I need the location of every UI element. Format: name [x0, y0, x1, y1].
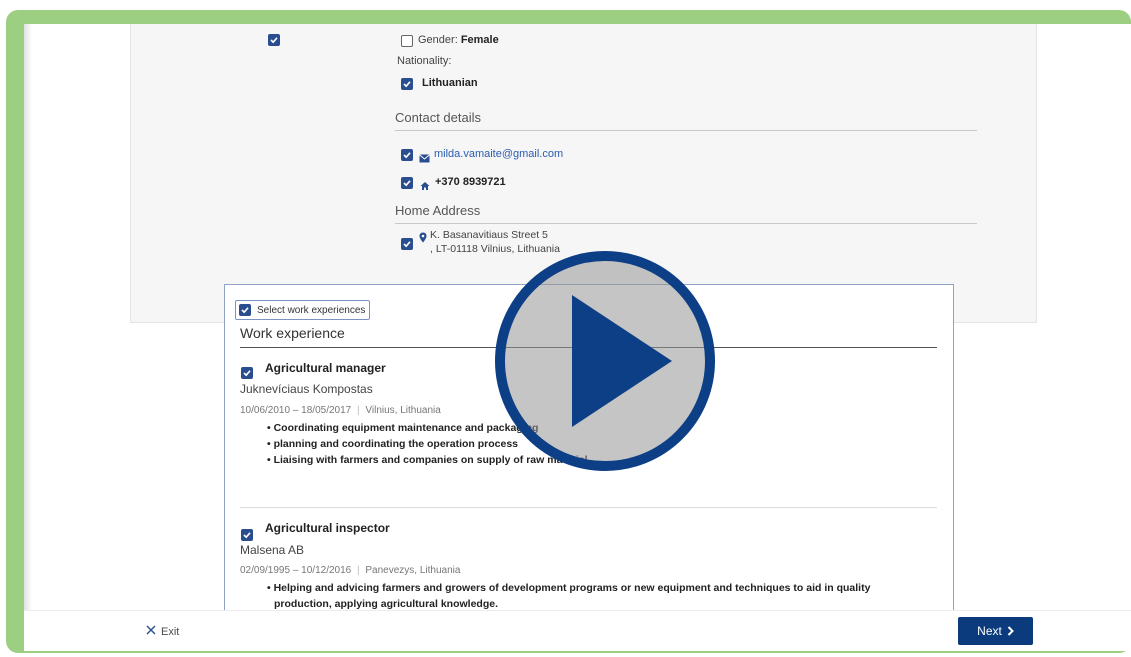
work-item-2-dates: 02/09/1995 – 10/12/2016: [240, 565, 352, 576]
phone-checkbox[interactable]: [401, 177, 413, 189]
work-item-1-employer: Juknevíciaus Kompostas: [240, 382, 373, 396]
work-item-2-employer: Malsena AB: [240, 543, 305, 557]
wizard-footer: Exit Next: [24, 610, 1131, 651]
email-link[interactable]: milda.vamaite@gmail.com: [434, 148, 563, 160]
work-item-2-location: Panevezys, Lithuania: [365, 565, 461, 576]
address-line-1: K. Basanavitiaus Street 5: [430, 229, 548, 241]
address-heading: Home Address: [395, 203, 481, 218]
work-item-2-bullets: • Helping and advicing farmers and growe…: [267, 580, 870, 612]
select-work-checkbox[interactable]: [239, 304, 251, 316]
close-icon: [146, 625, 156, 638]
play-icon: [495, 251, 715, 471]
work-item-divider: [240, 507, 937, 508]
screen-edge: [24, 24, 32, 651]
email-checkbox[interactable]: [401, 149, 413, 161]
gender-label: Gender:: [418, 34, 458, 46]
chevron-right-icon: [1007, 626, 1014, 636]
select-work-experiences-toggle[interactable]: Select work experiences: [235, 300, 371, 320]
envelope-icon: [419, 150, 430, 168]
gender-checkbox[interactable]: [401, 35, 413, 47]
exit-label: Exit: [161, 625, 180, 638]
personal-info-checkbox[interactable]: [268, 34, 280, 46]
work-item-2-meta: 02/09/1995 – 10/12/2016 | Panevezys, Lit…: [240, 565, 461, 576]
contact-heading: Contact details: [395, 110, 481, 125]
address-divider: [395, 223, 977, 224]
video-screen: Gender: Female Nationality: Lithuanian C…: [24, 24, 1131, 651]
address-checkbox[interactable]: [401, 238, 413, 250]
work-item-2-title: Agricultural inspector: [265, 521, 390, 535]
work-item-1-location: Vilnius, Lithuania: [365, 405, 441, 416]
work-item-1-meta: 10/06/2010 – 18/05/2017 | Vilnius, Lithu…: [240, 405, 441, 416]
work-item-1-dates: 10/06/2010 – 18/05/2017: [240, 405, 352, 416]
contact-divider: [395, 130, 977, 131]
list-item: • Helping and advicing farmers and growe…: [267, 582, 871, 594]
next-label: Next: [977, 624, 1002, 638]
work-item-1-title: Agricultural manager: [265, 361, 386, 375]
gender-row: Gender: Female: [418, 34, 499, 46]
work-item-1-checkbox[interactable]: [241, 367, 253, 379]
exit-button[interactable]: Exit: [146, 625, 179, 638]
next-button[interactable]: Next: [958, 617, 1033, 645]
home-icon: [420, 178, 430, 196]
gender-value: Female: [460, 34, 499, 46]
location-pin-icon: [419, 230, 427, 248]
select-work-label: Select work experiences: [257, 304, 366, 316]
nationality-value: Lithuanian: [422, 77, 478, 89]
nationality-label: Nationality:: [397, 55, 452, 67]
work-heading: Work experience: [240, 325, 345, 341]
work-item-2-checkbox[interactable]: [241, 529, 253, 541]
play-button[interactable]: [494, 250, 716, 472]
phone-number: +370 8939721: [435, 176, 506, 188]
nationality-checkbox[interactable]: [401, 78, 413, 90]
